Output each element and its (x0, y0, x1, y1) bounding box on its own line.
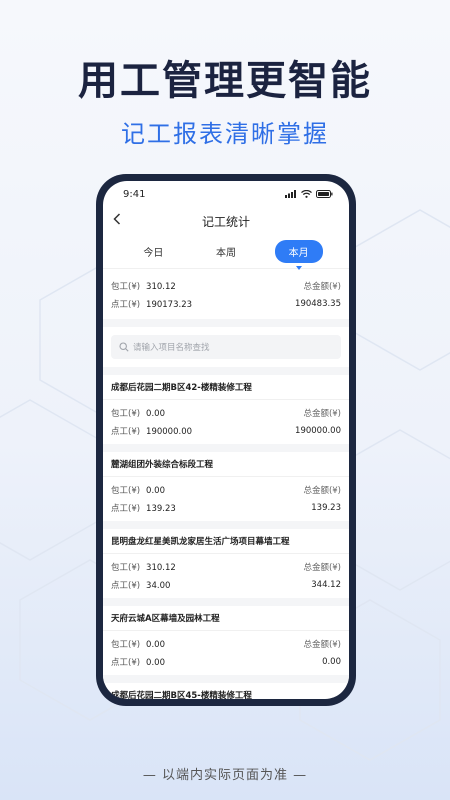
page-title: 记工统计 (201, 214, 250, 229)
tab-today[interactable]: 今日 (129, 240, 177, 263)
baogong-value: 310.12 (146, 563, 176, 573)
total-value: 190000.00 (295, 426, 341, 436)
nav-bar: 记工统计 (103, 207, 349, 235)
divider (103, 444, 349, 452)
signal-icon (285, 190, 296, 198)
baogong-value: 310.12 (146, 282, 176, 292)
divider (103, 675, 349, 683)
project-stats: 包工(¥) 310.12 总金额(¥) 点工(¥) 34.00 344.12 (103, 554, 349, 598)
total-value: 139.23 (311, 503, 341, 513)
total-value: 0.00 (322, 657, 341, 667)
battery-icon (316, 190, 333, 198)
divider (103, 521, 349, 529)
search-icon (119, 342, 129, 352)
footer-note: — 以端内实际页面为准 — (142, 768, 308, 783)
baogong-label: 包工(¥) (111, 282, 141, 292)
period-tabs: 今日 本周 本月 (103, 235, 349, 270)
diangong-label: 点工(¥) (111, 504, 141, 514)
diangong-value: 34.00 (146, 581, 171, 591)
phone-frame: 9:41 记工统计 今日 本周 本月 包工(¥) 310.12 总金额(¥) 点… (96, 174, 356, 706)
diangong-value: 190000.00 (146, 427, 193, 437)
phone-screen: 9:41 记工统计 今日 本周 本月 包工(¥) 310.12 总金额(¥) 点… (103, 181, 349, 699)
project-title[interactable]: 昆明盘龙红星美凯龙家居生活广场项目幕墙工程 (103, 529, 349, 554)
diangong-label: 点工(¥) (111, 427, 141, 437)
search-input[interactable]: 请输入项目名称查找 (111, 335, 341, 359)
project-title[interactable]: 天府云城A区幕墙及园林工程 (103, 606, 349, 631)
baogong-value: 0.00 (146, 409, 165, 419)
total-label: 总金额(¥) (303, 640, 341, 650)
total-label: 总金额(¥) (303, 486, 341, 496)
total-label: 总金额(¥) (303, 282, 341, 292)
chevron-left-icon[interactable] (113, 213, 127, 229)
project-title[interactable]: 麓湖组团外装综合标段工程 (103, 452, 349, 477)
search-placeholder: 请输入项目名称查找 (133, 343, 210, 353)
diangong-label: 点工(¥) (111, 300, 141, 310)
diangong-value: 0.00 (146, 658, 165, 668)
total-value: 344.12 (311, 580, 341, 590)
baogong-value: 0.00 (146, 640, 165, 650)
divider (103, 367, 349, 375)
project-stats: 包工(¥) 0.00 总金额(¥) 点工(¥) 139.23 139.23 (103, 477, 349, 521)
total-label: 总金额(¥) (303, 563, 341, 573)
wifi-icon (301, 190, 312, 198)
baogong-label: 包工(¥) (111, 640, 141, 650)
divider (103, 319, 349, 327)
project-stats: 包工(¥) 0.00 总金额(¥) 点工(¥) 190000.00 190000.0… (103, 400, 349, 444)
status-time: 9:41 (123, 188, 146, 200)
diangong-label: 点工(¥) (111, 581, 141, 591)
total-label: 总金额(¥) (303, 409, 341, 419)
diangong-value: 139.23 (146, 504, 176, 514)
subline: 记工报表清晰掌握 (121, 120, 329, 148)
project-stats: 包工(¥) 0.00 总金额(¥) 点工(¥) 0.00 0.00 (103, 631, 349, 675)
diangong-value: 190173.23 (146, 300, 193, 310)
diangong-label: 点工(¥) (111, 658, 141, 668)
baogong-value: 0.00 (146, 486, 165, 496)
baogong-label: 包工(¥) (111, 486, 141, 496)
baogong-label: 包工(¥) (111, 409, 141, 419)
status-bar: 9:41 (103, 181, 349, 207)
headline: 用工管理更智能 (78, 58, 372, 104)
divider (103, 598, 349, 606)
baogong-label: 包工(¥) (111, 563, 141, 573)
project-title[interactable]: 成都后花园二期B区42-楼精装修工程 (103, 375, 349, 400)
project-title[interactable]: 成都后花园二期B区45-楼精装修工程 (103, 683, 349, 699)
summary-card: 包工(¥) 310.12 总金额(¥) 点工(¥) 190173.23 190483… (103, 269, 349, 319)
total-value: 190483.35 (295, 299, 341, 309)
tab-week[interactable]: 本周 (202, 240, 250, 263)
tab-month[interactable]: 本月 (274, 240, 323, 270)
